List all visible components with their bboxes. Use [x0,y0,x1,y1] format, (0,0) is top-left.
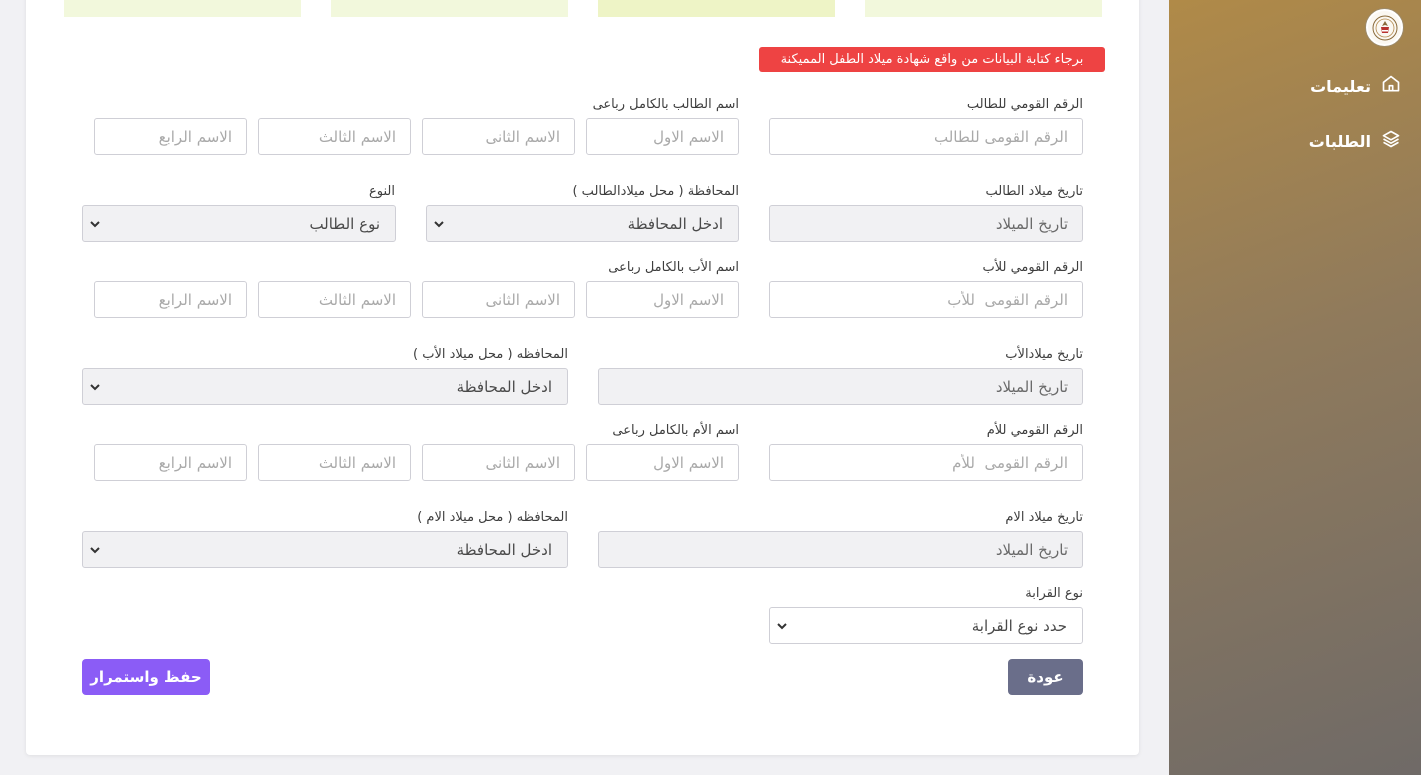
mother-first-name-input[interactable] [586,444,739,481]
step-tab[interactable] [331,0,568,17]
student-third-name-input[interactable] [258,118,411,155]
father-first-name-input[interactable] [586,281,739,318]
chevron-down-icon [434,220,444,227]
student-fullname-label: اسم الطالب بالكامل رباعى [592,97,739,112]
father-second-name-input[interactable] [422,281,575,318]
student-national-id-input[interactable] [769,118,1083,155]
relation-select[interactable]: حدد نوع القرابة [769,607,1083,644]
chevron-down-icon [90,220,100,227]
mother-birthdate-label: تاريخ ميلاد الام [1005,510,1083,525]
mother-governorate-label: المحافظه ( محل ميلاد الام ) [417,510,568,525]
select-value: نوع الطالب [309,214,380,233]
student-national-id-label: الرقم القومي للطالب [966,97,1083,112]
relation-label: نوع القرابة [1025,586,1083,601]
sidebar-item-label: الطلبات [1308,131,1371,151]
student-birthdate-input[interactable] [769,205,1083,242]
select-value: حدد نوع القرابة [971,616,1067,635]
student-first-name-input[interactable] [586,118,739,155]
save-continue-button[interactable]: حفظ واستمرار [82,659,210,695]
student-birthdate-label: تاريخ ميلاد الطالب [985,184,1084,199]
select-value: ادخل المحافظة [456,377,552,396]
student-governorate-select[interactable]: ادخل المحافظة [426,205,739,242]
father-birthdate-input[interactable] [598,368,1083,405]
student-governorate-label: المحافظة ( محل ميلادالطالب ) [572,184,739,199]
father-fourth-name-input[interactable] [94,281,247,318]
mother-national-id-label: الرقم القومي للأم [986,423,1083,438]
gender-select[interactable]: نوع الطالب [82,205,396,242]
home-icon [1381,74,1401,98]
chevron-down-icon [90,383,100,390]
student-second-name-input[interactable] [422,118,575,155]
step-tab[interactable] [64,0,301,17]
mother-third-name-input[interactable] [258,444,411,481]
mother-second-name-input[interactable] [422,444,575,481]
father-birthdate-label: تاريخ ميلادالأب [1005,347,1083,362]
mother-fullname-label: اسم الأم بالكامل رباعى [612,423,739,438]
gender-label: النوع [369,184,395,199]
mother-governorate-select[interactable]: ادخل المحافظة [82,531,568,568]
back-button[interactable]: عودة [1008,659,1083,695]
step-tab-active[interactable] [598,0,835,17]
mother-national-id-input[interactable] [769,444,1083,481]
sidebar-item-requests[interactable]: الطلبات [1309,126,1401,156]
chevron-down-icon [777,622,787,629]
step-tab[interactable] [865,0,1102,17]
mother-birthdate-input[interactable] [598,531,1083,568]
chevron-down-icon [90,546,100,553]
father-governorate-select[interactable]: ادخل المحافظة [82,368,568,405]
sidebar-item-instructions[interactable]: تعليمات [1310,71,1401,101]
select-value: ادخل المحافظة [456,540,552,559]
sidebar: تعليمات الطلبات [1169,0,1421,775]
father-governorate-label: المحافظه ( محل ميلاد الأب ) [413,347,568,362]
student-fourth-name-input[interactable] [94,118,247,155]
mother-fourth-name-input[interactable] [94,444,247,481]
father-third-name-input[interactable] [258,281,411,318]
father-national-id-input[interactable] [769,281,1083,318]
select-value: ادخل المحافظة [627,214,723,233]
ministry-logo-icon [1366,9,1403,46]
notice-badge: برجاء كتابة البيانات من واقع شهادة ميلاد… [759,47,1105,72]
father-fullname-label: اسم الأب بالكامل رباعى [608,260,739,275]
sidebar-item-label: تعليمات [1310,76,1371,96]
layers-icon [1381,129,1401,153]
father-national-id-label: الرقم القومي للأب [982,260,1084,275]
